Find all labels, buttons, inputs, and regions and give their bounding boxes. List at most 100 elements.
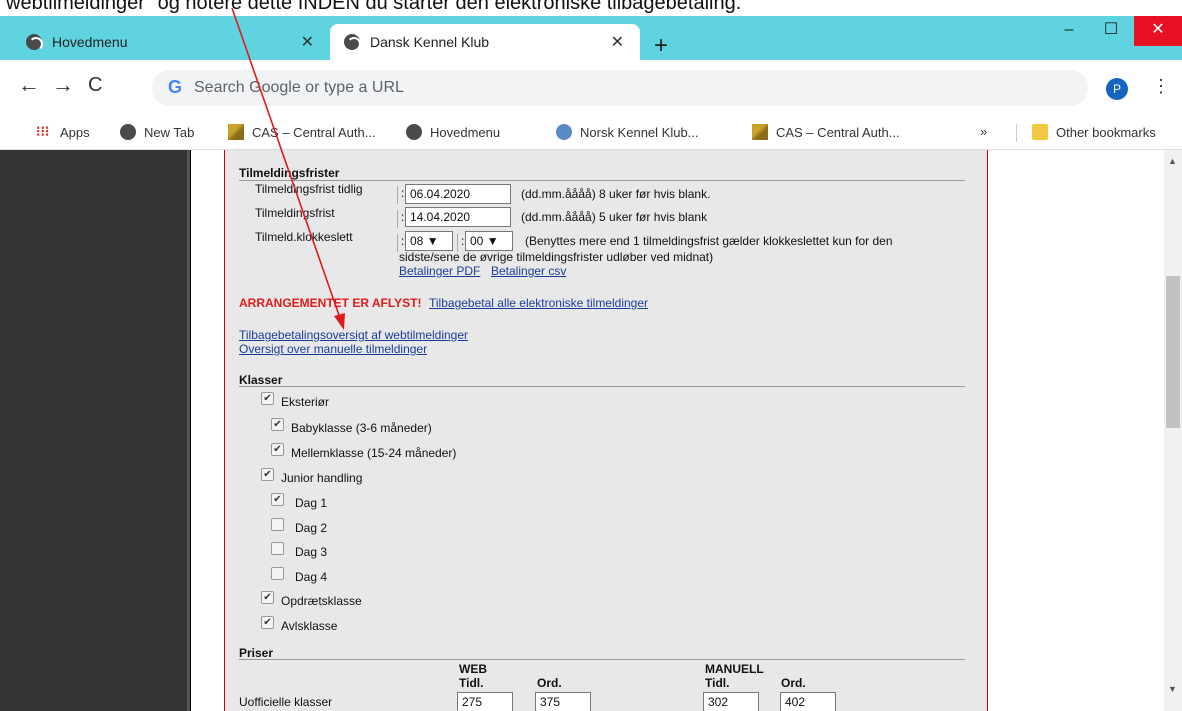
- tab-title: Hovedmenu: [52, 34, 128, 50]
- bookmark-cas-2[interactable]: CAS – Central Auth...: [752, 124, 900, 140]
- scroll-thumb[interactable]: [1166, 276, 1180, 428]
- tab-hovedmenu[interactable]: Hovedmenu ✕: [12, 24, 330, 60]
- checkbox-junior-handling[interactable]: ✔: [261, 468, 274, 481]
- class-label: Dag 2: [295, 521, 328, 535]
- document-caption: webtilmeldinger" og notere dette INDEN d…: [0, 0, 1182, 16]
- web-early-price-input[interactable]: 275: [457, 692, 513, 711]
- back-arrow-icon[interactable]: ←: [18, 74, 40, 96]
- hour-value: 08: [410, 234, 424, 248]
- bookmark-label: New Tab: [144, 124, 195, 140]
- check-icon: ✔: [263, 469, 272, 480]
- profile-avatar[interactable]: P: [1106, 78, 1128, 100]
- globe-icon: [344, 34, 361, 51]
- class-label: Eksteriør: [281, 395, 329, 409]
- manual-early-price-input[interactable]: 302: [703, 692, 759, 711]
- section-title-classes: Klasser: [239, 373, 283, 387]
- bookmark-hovedmenu[interactable]: Hovedmenu: [406, 124, 500, 140]
- bookmark-label: Apps: [60, 124, 90, 140]
- bookmark-other[interactable]: Other bookmarks: [1032, 124, 1156, 140]
- deadline-hint: (dd.mm.åååå) 5 uker før hvis blank: [521, 210, 708, 224]
- manual-ord-price-input[interactable]: 402: [780, 692, 836, 711]
- vertical-scrollbar[interactable]: ▲ ▼: [1164, 150, 1182, 711]
- scroll-down-arrow-icon[interactable]: ▼: [1168, 684, 1177, 694]
- payments-csv-link[interactable]: Betalinger csv: [491, 264, 566, 278]
- manual-header: MANUELL: [705, 662, 764, 676]
- bookmark-label: Hovedmenu: [430, 124, 501, 140]
- deadline-input[interactable]: 14.04.2020: [405, 207, 511, 227]
- bookmark-apps[interactable]: ⁝⁝⁝ Apps: [36, 124, 90, 140]
- early-deadline-label: Tilmeldingsfrist tidlig: [255, 182, 363, 196]
- reload-icon[interactable]: C: [88, 74, 102, 96]
- section-divider: [239, 386, 965, 387]
- class-label: Dag 4: [295, 570, 328, 584]
- manual-ord-header: Ord.: [781, 676, 806, 690]
- globe-icon: [26, 34, 43, 51]
- check-icon: ✔: [273, 444, 282, 455]
- maximize-button[interactable]: ☐: [1088, 16, 1134, 46]
- browser-toolbar: ← → C G Search Google or type a URL P ⋮: [0, 60, 1182, 116]
- checkbox-dag-1[interactable]: ✔: [271, 493, 284, 506]
- checkbox-mellemklasse[interactable]: ✔: [271, 443, 284, 456]
- section-title-deadlines: Tilmeldingsfrister: [239, 166, 340, 180]
- bookmark-nkk[interactable]: Norsk Kennel Klub...: [556, 124, 699, 140]
- kebab-menu-icon[interactable]: ⋮: [1152, 76, 1170, 97]
- tab-dansk-kennel-klub[interactable]: Dansk Kennel Klub ✕: [330, 24, 640, 60]
- minute-value: 00: [470, 234, 484, 248]
- apps-grid-icon: ⁝⁝⁝: [36, 123, 50, 139]
- checkbox-dag-4[interactable]: [271, 567, 284, 580]
- checkbox-avlsklasse[interactable]: ✔: [261, 616, 274, 629]
- payments-pdf-link[interactable]: Betalinger PDF: [399, 264, 480, 278]
- time-hint-line-2: sidste/sene de øvrige tilmeldingsfrister…: [399, 250, 714, 264]
- colon: :: [397, 210, 404, 228]
- minute-select[interactable]: 00 ▼: [465, 231, 513, 251]
- checkbox-babyklasse[interactable]: ✔: [271, 418, 284, 431]
- cancelled-notice: ARRANGEMENTET ER AFLYST!: [239, 296, 422, 310]
- nkk-logo-icon: [556, 124, 572, 140]
- bookmark-cas-1[interactable]: CAS – Central Auth...: [228, 124, 376, 140]
- section-divider: [239, 659, 965, 660]
- web-ord-price-input[interactable]: 375: [535, 692, 591, 711]
- bookmarks-separator: [1016, 124, 1017, 142]
- checkbox-dag-2[interactable]: [271, 518, 284, 531]
- event-form: Tilmeldingsfrister Tilmeldingsfrist tidl…: [224, 150, 988, 711]
- close-tab-icon[interactable]: ✕: [611, 32, 624, 52]
- class-label: Dag 3: [295, 545, 328, 559]
- refund-all-link[interactable]: Tilbagebetal alle elektroniske tilmeldin…: [429, 296, 648, 310]
- bookmark-label: Other bookmarks: [1056, 124, 1156, 140]
- checkbox-opdraetsklasse[interactable]: ✔: [261, 591, 274, 604]
- manual-overview-link[interactable]: Oversigt over manuelle tilmeldinger: [239, 342, 427, 356]
- refund-overview-link[interactable]: Tilbagebetalingsoversigt af webtilmeldin…: [239, 328, 468, 342]
- manual-early-header: Tidl.: [705, 676, 730, 690]
- new-tab-button[interactable]: +: [654, 34, 668, 58]
- left-gutter: [190, 150, 200, 711]
- time-hint-line-1: (Benyttes mere end 1 tilmeldingsfrist gæ…: [525, 234, 893, 248]
- section-title-prices: Priser: [239, 646, 274, 660]
- folder-icon: [1032, 124, 1048, 140]
- tab-title: Dansk Kennel Klub: [370, 34, 490, 50]
- scroll-up-arrow-icon[interactable]: ▲: [1168, 156, 1177, 166]
- check-icon: ✔: [263, 617, 272, 628]
- check-icon: ✔: [273, 494, 282, 505]
- bookmark-new-tab[interactable]: New Tab: [120, 124, 194, 140]
- tab-strip: Hovedmenu ✕ Dansk Kennel Klub ✕ +: [0, 16, 1182, 60]
- close-window-button[interactable]: ✕: [1134, 16, 1182, 46]
- price-row-label: Uofficielle klasser: [239, 695, 333, 709]
- forward-arrow-icon[interactable]: →: [52, 74, 74, 96]
- class-label: Opdrætsklasse: [281, 594, 362, 608]
- web-header: WEB: [459, 662, 487, 676]
- web-early-header: Tidl.: [459, 676, 484, 690]
- left-nav-panel: [0, 150, 190, 711]
- checkbox-dag-3[interactable]: [271, 542, 284, 555]
- address-bar[interactable]: G Search Google or type a URL: [152, 70, 1088, 106]
- bookmarks-bar: ⁝⁝⁝ Apps New Tab CAS – Central Auth... H…: [0, 116, 1182, 150]
- check-icon: ✔: [273, 419, 282, 430]
- close-tab-icon[interactable]: ✕: [301, 32, 314, 52]
- early-deadline-input[interactable]: 06.04.2020: [405, 184, 511, 204]
- check-icon: ✔: [263, 393, 272, 404]
- checkbox-eksterior[interactable]: ✔: [261, 392, 274, 405]
- cas-logo-icon: [228, 124, 244, 140]
- hour-select[interactable]: 08 ▼: [405, 231, 453, 251]
- deadline-label: Tilmeldingsfrist: [255, 206, 335, 220]
- minimize-button[interactable]: –: [1046, 16, 1092, 46]
- bookmarks-overflow-button[interactable]: »: [980, 124, 987, 139]
